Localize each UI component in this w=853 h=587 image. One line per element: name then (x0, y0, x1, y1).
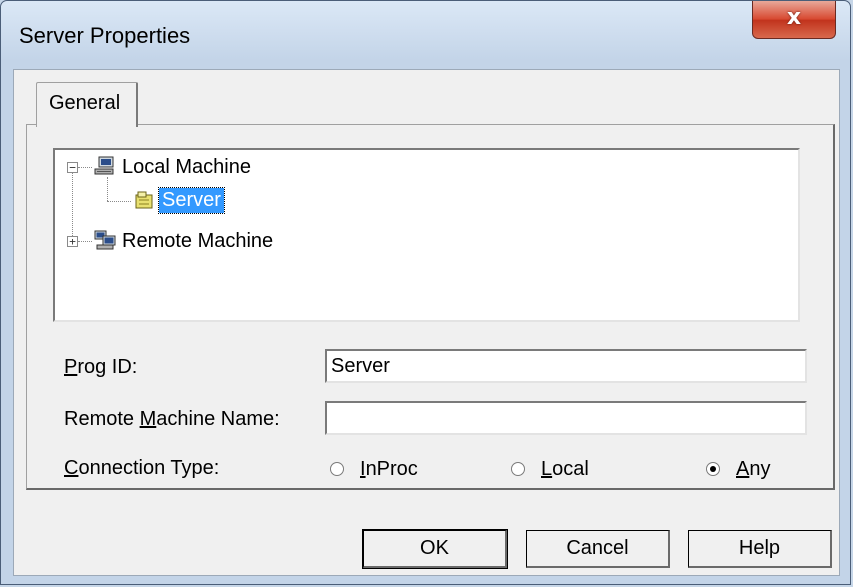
close-icon: x (786, 5, 802, 30)
prog-id-label: Prog ID: (64, 356, 138, 378)
connection-type-label: Connection Type: (64, 457, 220, 479)
tree-connector (107, 201, 131, 202)
collapse-icon[interactable]: − (67, 162, 78, 173)
expand-icon[interactable]: + (67, 236, 78, 247)
window-title: Server Properties (19, 23, 191, 48)
remote-machine-name-field[interactable] (325, 401, 807, 435)
prog-id-field[interactable]: Server (325, 349, 807, 383)
computer-icon (94, 156, 114, 175)
close-button[interactable]: x (752, 1, 836, 39)
ok-button[interactable]: OK (362, 529, 508, 569)
tree-node-server[interactable]: Server (158, 187, 225, 214)
tree-connector (107, 177, 108, 201)
tree-connector (78, 167, 92, 168)
radio-local-circle[interactable] (511, 462, 525, 476)
tab-general-label: General (49, 92, 121, 114)
radio-inproc[interactable]: InProc (330, 458, 418, 481)
dialog-window: Server Properties x General − Local Mach… (0, 0, 851, 585)
dialog-client-area: General − Local Machine Server + Remote … (13, 69, 840, 576)
network-computer-icon (94, 230, 116, 250)
tree-connector (78, 241, 92, 242)
machine-tree-view[interactable]: − Local Machine Server + Remote Machine (53, 148, 800, 322)
title-bar[interactable]: Server Properties x (1, 1, 850, 71)
remote-machine-name-label: Remote Machine Name: (64, 408, 280, 430)
radio-local[interactable]: Local (511, 458, 589, 481)
help-button[interactable]: Help (688, 530, 832, 568)
radio-any[interactable]: Any (706, 458, 770, 481)
radio-any-circle[interactable] (706, 462, 720, 476)
radio-inproc-circle[interactable] (330, 462, 344, 476)
tree-connector (72, 173, 73, 236)
cancel-button[interactable]: Cancel (526, 530, 670, 568)
tree-node-remote-machine[interactable]: Remote Machine (122, 230, 273, 253)
tab-general[interactable]: General (36, 82, 138, 127)
server-object-icon (135, 191, 153, 209)
tree-node-local-machine[interactable]: Local Machine (122, 156, 251, 179)
